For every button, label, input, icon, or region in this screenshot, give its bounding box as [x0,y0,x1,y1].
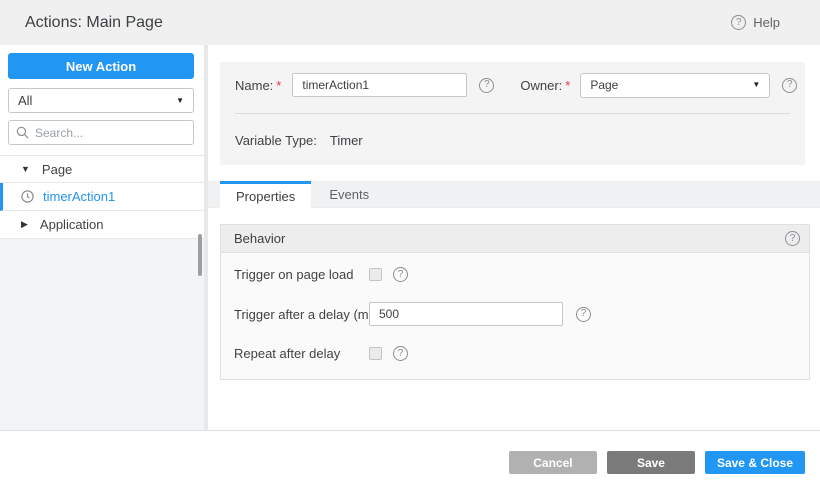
actions-sidebar: New Action All ▼ ▼ Page [0,45,204,430]
sidebar-scrollbar-thumb[interactable] [198,234,202,276]
save-button[interactable]: Save [606,451,695,474]
behavior-section: Behavior ? Trigger on page load ? Trigge… [220,224,810,380]
owner-required-marker: * [565,77,571,93]
chevron-down-icon: ▼ [176,95,184,105]
timer-clock-icon [21,190,34,203]
repeat-after-delay-label: Repeat after delay [234,346,341,361]
filter-dropdown-value: All [18,93,33,108]
behavior-section-body: Trigger on page load ? Trigger after a d… [221,253,809,379]
variable-type-label: Variable Type: [235,132,317,148]
save-and-close-button[interactable]: Save & Close [704,451,805,474]
expand-caret-icon: ▶ [21,219,28,229]
tree-group-application[interactable]: ▶ Application [0,211,204,239]
tree-group-application-label: Application [39,217,104,232]
sidebar-filler [0,239,204,430]
help-icon: ? [731,15,747,30]
dialog-body: New Action All ▼ ▼ Page [0,45,820,431]
repeat-after-delay-help-icon[interactable]: ? [393,346,408,361]
owner-label: Owner: [520,77,563,93]
trigger-on-page-load-checkbox[interactable] [369,268,382,281]
trigger-on-page-load-row: Trigger on page load ? [234,267,796,282]
action-header-form: Name: * ? Owner: * Page ▼ ? Variable Typ… [220,62,805,165]
new-action-button[interactable]: New Action [8,53,194,79]
tab-events[interactable]: Events [311,181,387,207]
trigger-on-page-load-help-icon[interactable]: ? [393,267,408,282]
variable-type-row: Variable Type: Timer [235,131,790,149]
name-required-marker: * [276,77,282,93]
name-label: Name: [235,77,274,93]
trigger-after-delay-label: Trigger after a delay (millisec... [234,306,369,322]
filter-dropdown[interactable]: All ▼ [8,88,194,113]
help-label: Help [753,15,780,30]
tree-group-page[interactable]: ▼ Page [0,155,204,183]
owner-field: Owner: * Page ▼ [520,72,771,98]
tree-item-timeraction1[interactable]: timerAction1 [0,183,204,211]
name-help-icon[interactable]: ? [479,77,495,93]
titlebar: Actions: Main Page ? Help [0,0,820,45]
sidebar-scrollbar[interactable] [196,45,204,430]
name-owner-row: Name: * ? Owner: * Page ▼ ? [235,72,798,98]
behavior-section-title: Behavior [234,231,286,246]
behavior-help-icon[interactable]: ? [785,231,800,246]
trigger-after-delay-row: Trigger after a delay (millisec... ? [234,302,796,326]
trigger-after-delay-help-icon[interactable]: ? [576,306,591,322]
tree-item-label: timerAction1 [43,189,116,204]
tab-properties[interactable]: Properties [220,181,312,208]
dialog-footer: Cancel Save Save & Close [0,431,820,489]
variable-type-value: Timer [329,132,363,148]
page-title: Actions: Main Page [25,13,163,31]
search-icon [16,126,29,139]
repeat-after-delay-row: Repeat after delay ? [234,346,796,361]
behavior-section-header: Behavior ? [221,225,809,253]
owner-dropdown-value: Page [590,78,619,92]
collapse-caret-icon: ▼ [21,163,30,174]
help-button[interactable]: ? Help [731,15,780,30]
form-divider [235,113,790,114]
trigger-on-page-load-label: Trigger on page load [234,267,354,282]
chevron-down-icon: ▼ [752,80,761,89]
main-panel: Name: * ? Owner: * Page ▼ ? Variable Typ… [208,45,820,430]
tree-group-page-label: Page [41,161,73,177]
owner-dropdown[interactable]: Page ▼ [580,72,771,98]
search-box[interactable] [8,120,194,145]
owner-help-icon[interactable]: ? [782,77,798,93]
actions-tree: ▼ Page timerAction1 ▶ Application [0,155,204,239]
search-input[interactable] [35,125,186,140]
repeat-after-delay-checkbox[interactable] [369,347,382,360]
delay-input[interactable] [369,302,563,326]
tab-strip: Properties Events [208,181,820,208]
name-input[interactable] [292,73,468,97]
cancel-button[interactable]: Cancel [508,451,597,474]
